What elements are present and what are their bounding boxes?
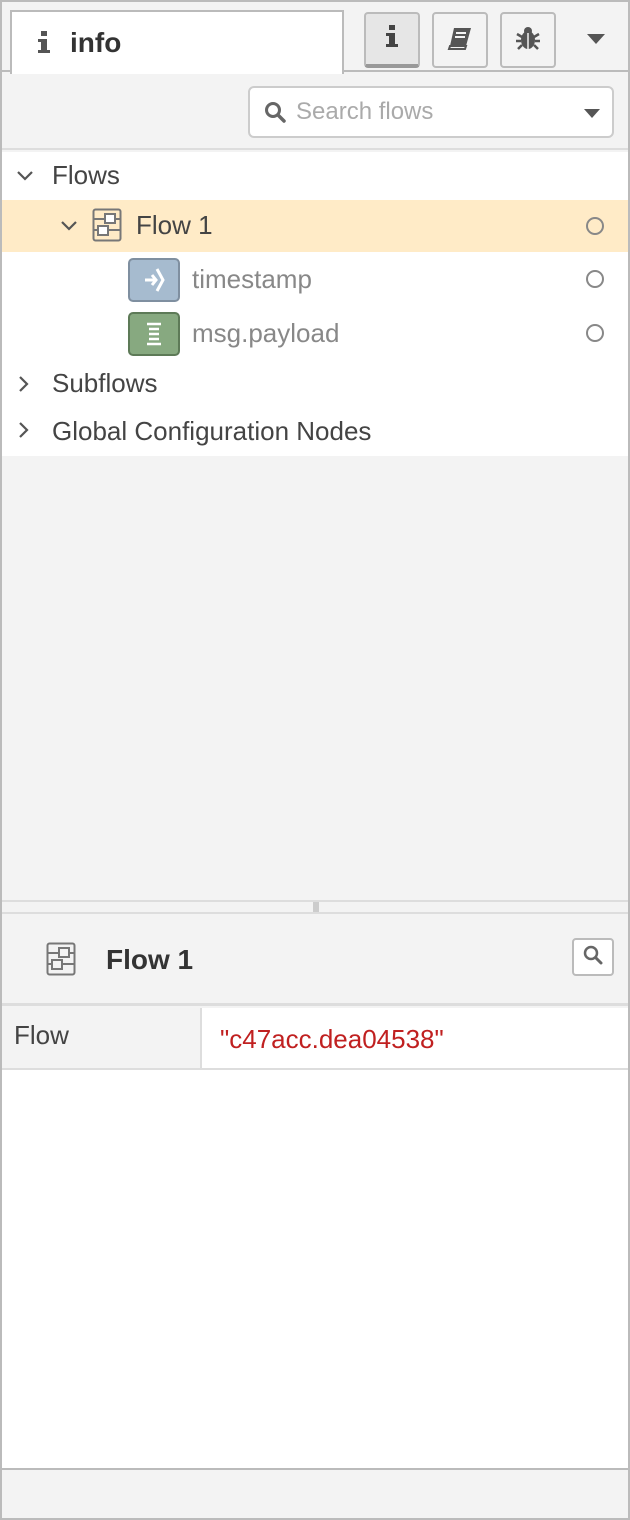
tree-item-label: msg.payload [192,318,340,348]
search-icon [264,101,286,123]
tab-info-label: info [70,27,122,58]
property-key: Flow [2,1008,202,1068]
chevron-right-icon[interactable] [14,420,34,440]
search-input[interactable] [296,98,566,126]
info-tab-button[interactable] [364,12,420,68]
bug-icon [515,25,541,56]
search-bar [2,74,628,150]
splitter-grip-icon[interactable] [313,902,319,912]
sidebar-header: info [2,2,628,74]
status-indicator-icon [586,270,604,288]
flow-icon [46,942,76,981]
sidebar-footer [2,1468,628,1518]
info-icon [386,24,398,54]
book-icon [447,26,473,55]
caret-down-icon[interactable] [584,106,600,124]
search-icon [583,945,603,970]
detail-header: Flow 1 [2,914,628,1006]
tree-item-label: Global Configuration Nodes [52,416,372,446]
chevron-down-icon[interactable] [15,166,35,186]
flow-tree: Flows Flow 1 timestamp msg.payload Subfl… [2,152,628,456]
tree-item-label: Flows [52,160,120,190]
search-flows-field[interactable] [248,86,614,138]
tree-empty-area [2,456,628,902]
property-table: Flow "c47acc.dea04538" [2,1008,628,1070]
tree-item-subflows[interactable]: Subflows [2,360,628,408]
tree-item-flows[interactable]: Flows [2,152,628,200]
tree-item-node-timestamp[interactable]: timestamp [2,252,628,306]
tree-item-label: Flow 1 [136,210,213,240]
tab-info[interactable]: info [10,10,344,74]
debug-tab-button[interactable] [500,12,556,68]
detail-title: Flow 1 [106,944,194,975]
inject-node-icon [128,258,180,302]
sidebar-menu-button[interactable] [568,12,624,68]
property-value[interactable]: "c47acc.dea04538" [220,1024,444,1055]
chevron-down-icon[interactable] [59,216,79,236]
tree-item-node-msg-payload[interactable]: msg.payload [2,306,628,360]
caret-down-icon [587,31,605,49]
chevron-right-icon[interactable] [14,374,34,394]
tree-item-flow-1[interactable]: Flow 1 [2,200,628,252]
show-in-workspace-button[interactable] [572,938,614,976]
help-tab-button[interactable] [432,12,488,68]
panel-splitter[interactable] [2,900,628,914]
tree-item-label: Subflows [52,368,158,398]
detail-body [2,1070,628,1468]
debug-node-icon [128,312,180,356]
status-indicator-icon [586,217,604,235]
info-icon [34,28,54,58]
tree-item-label: timestamp [192,264,312,294]
info-sidebar: info Search flows Flows Flow 1 timestamp… [0,0,630,1520]
tree-item-global-config[interactable]: Global Configuration Nodes [2,408,628,456]
flow-icon [92,208,122,247]
status-indicator-icon [586,324,604,342]
